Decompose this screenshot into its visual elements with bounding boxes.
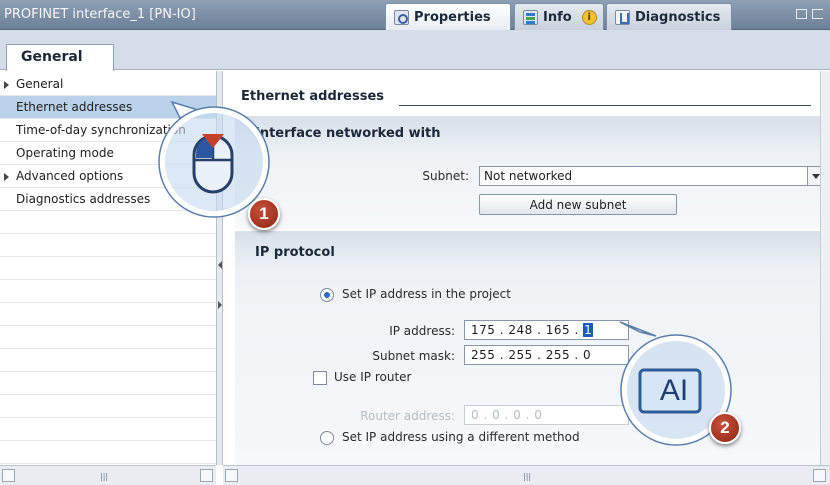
chevron-down-icon[interactable] (807, 167, 820, 185)
info-icon (523, 9, 538, 25)
scroll-right-icon[interactable] (813, 469, 826, 482)
ip-address-label: IP address: (389, 324, 455, 338)
vertical-scrollbar[interactable] (820, 71, 830, 465)
info-badge-icon: i (581, 9, 597, 25)
tree-item-label: Advanced options (16, 169, 124, 183)
tree-empty-row (0, 395, 216, 418)
ip-octet: 165 (545, 323, 571, 337)
section-heading: Ethernet addresses (241, 89, 811, 106)
subnet-select[interactable]: Not networked (479, 166, 820, 186)
tree-empty-row (0, 418, 216, 441)
subnet-mask-label: Subnet mask: (372, 349, 455, 363)
scroll-left-icon[interactable] (2, 469, 15, 482)
subnet-mask-field[interactable]: 255 . 255 . 255 . 0 (464, 345, 629, 365)
add-new-subnet-button[interactable]: Add new subnet (479, 194, 677, 215)
use-ip-router-label: Use IP router (334, 370, 412, 384)
expand-arrow-icon[interactable] (4, 173, 9, 181)
float-window-icon[interactable] (796, 9, 807, 19)
tree-item-label: Diagnostics addresses (16, 192, 151, 206)
tree-empty-row (0, 257, 216, 280)
tree-empty-row (0, 349, 216, 372)
inspector-tab-row: General (0, 30, 830, 71)
inspector-title-bar: PROFINET interface_1 [PN-IO] Properties … (0, 0, 830, 30)
diagnostics-icon (615, 9, 630, 25)
router-address-field[interactable]: 0 . 0 . 0 . 0 (464, 405, 629, 425)
scroll-grip-icon[interactable]: ||| (523, 472, 531, 481)
section-divider (399, 105, 811, 106)
properties-icon (394, 9, 409, 25)
maximize-window-icon[interactable] (812, 9, 823, 19)
expand-right-icon[interactable] (218, 301, 222, 309)
scroll-left-icon[interactable] (225, 469, 238, 482)
router-address-label: Router address: (360, 409, 455, 423)
tab-diagnostics[interactable]: Diagnostics (606, 3, 732, 30)
tree-item-general[interactable]: General (0, 73, 216, 96)
ip-other-method-radio[interactable] (320, 431, 334, 445)
tree-empty-row (0, 303, 216, 326)
callout-badge-2: 2 (709, 412, 741, 444)
window-title: PROFINET interface_1 [PN-IO] (4, 7, 196, 22)
subnet-label: Subnet: (422, 169, 469, 183)
callout-badge-1: 1 (248, 198, 280, 230)
tree-item-label: Ethernet addresses (16, 100, 133, 114)
tree-empty-row (0, 280, 216, 303)
ip-octet: 248 (508, 323, 533, 337)
tree-empty-row (0, 326, 216, 349)
tab-info-label: Info (543, 9, 572, 25)
ip-in-project-radio[interactable] (320, 288, 334, 302)
collapse-left-icon[interactable] (218, 261, 222, 269)
ip-other-method-label: Set IP address using a different method (342, 430, 580, 444)
expand-arrow-icon[interactable] (4, 81, 9, 89)
ip-octet: 175 (471, 323, 496, 337)
scroll-right-icon[interactable] (200, 469, 213, 482)
tree-item-label: Operating mode (16, 146, 114, 160)
text-cursor-glyph: AI (659, 374, 689, 407)
tree-empty-row (0, 234, 216, 257)
ip-octet-selected: 1 (583, 323, 594, 337)
tab-properties-label: Properties (414, 9, 491, 25)
tree-horizontal-scrollbar[interactable]: ||| (0, 465, 216, 485)
tab-general[interactable]: General (6, 44, 114, 71)
subnet-value: Not networked (484, 169, 573, 183)
scroll-grip-icon[interactable]: ||| (100, 472, 108, 481)
ip-in-project-label: Set IP address in the project (342, 287, 511, 301)
ip-protocol-title: IP protocol (255, 245, 335, 260)
networked-group-title: Interface networked with (255, 126, 441, 141)
tree-item-label: General (16, 77, 64, 91)
tab-info[interactable]: Info i (514, 3, 604, 30)
tree-empty-row (0, 372, 216, 395)
use-ip-router-checkbox[interactable] (313, 371, 327, 385)
ip-address-field[interactable]: 175 . 248 . 165 . 1 (464, 320, 629, 340)
tab-properties[interactable]: Properties (385, 3, 511, 30)
tree-empty-row (0, 441, 216, 464)
tab-diagnostics-label: Diagnostics (635, 9, 721, 25)
